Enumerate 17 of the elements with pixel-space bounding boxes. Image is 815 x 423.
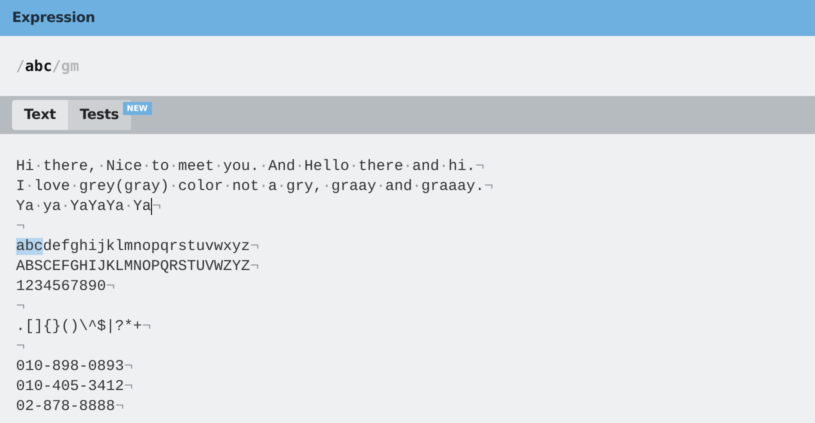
text-line: Hi·there,·Nice·to·meet·you.·And·Hello·there·and·hi.¬ [16, 157, 486, 177]
text-line: 010-898-0893¬ [16, 357, 134, 377]
text-line: 02-878-8888¬ [16, 397, 126, 417]
section-title: Expression [12, 10, 96, 26]
text-line: .[]{}()\^$|?*+¬ [16, 317, 152, 337]
text-line: ABSCEFGHIJKLMNOPQRSTUVWZYZ¬ [16, 257, 260, 277]
new-badge: NEW [122, 102, 152, 115]
text-line: Ya·ya·YaYaYa·Ya¬ [16, 197, 162, 217]
text-line: 010-405-3412¬ [16, 377, 134, 397]
tab[interactable]: Text [12, 100, 68, 130]
text-line: abcdefghijklmnopqrstuvwxyz¬ [16, 237, 260, 257]
text-line: 1234567890¬ [16, 277, 116, 297]
text-line: ¬ [16, 217, 26, 237]
expression-field[interactable]: /abc/gm [16, 57, 80, 75]
text-line: I·love·grey(gray)·color·not·a·gry,·graay·and·graaay.¬ [16, 177, 494, 197]
text-line: ¬ [16, 337, 26, 357]
text-line: ¬ [16, 297, 26, 317]
